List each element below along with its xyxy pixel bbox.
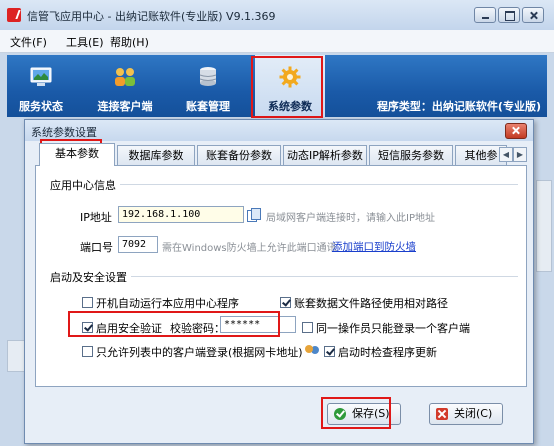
check-icon [334,408,346,420]
tab-scroll-buttons: ◀ ▶ [499,147,527,162]
save-button[interactable]: 保存(S) [327,403,401,425]
tab-backup-params[interactable]: 账套备份参数 [197,145,281,165]
copy-icon[interactable] [247,208,261,222]
tab-dynamic-ip-params[interactable]: 动态IP解析参数 [283,145,367,165]
port-label: 端口号 [80,241,113,254]
tab-strip: 基本参数 数据库参数 账套备份参数 动态IP解析参数 短信服务参数 其他参 ◀ … [35,143,527,166]
autostart-label[interactable]: 开机自动运行本应用中心程序 [96,295,239,311]
app-logo-icon [7,8,21,22]
database-icon [199,67,217,86]
basic-params-panel: 应用中心信息 IP地址 局域网客户端连接时，请输入此IP地址 端口号 需在Win… [35,165,527,387]
enable-verify-label[interactable]: 启用安全验证 [96,320,162,336]
gear-icon [279,66,301,88]
window-title: 信管飞应用中心 - 出纳记账软件(专业版) V9.1.369 [27,10,276,23]
check-update-label[interactable]: 启动时检查程序更新 [338,344,437,360]
app-center-group-title: 应用中心信息 [50,177,120,193]
relative-path-checkbox[interactable] [280,297,291,308]
title-bar: 信管飞应用中心 - 出纳记账软件(专业版) V9.1.369 [0,0,554,31]
toolbar-label: 连接客户端 [97,100,153,113]
menu-bar: 文件(F) 工具(E) 帮助(H) [0,30,554,53]
verify-password-label: 校验密码： [170,322,225,335]
client-list-icon[interactable] [304,343,320,357]
menu-help[interactable]: 帮助(H) [110,34,149,50]
single-client-checkbox[interactable] [302,322,313,333]
monitor-icon [30,67,52,86]
relative-path-label[interactable]: 账套数据文件路径使用相对路径 [294,295,448,311]
whitelist-label[interactable]: 只允许列表中的客户端登录(根据网卡地址) [96,344,303,360]
autostart-checkbox[interactable] [82,297,93,308]
toolbar-system-params[interactable]: 系统参数 [255,55,325,117]
ip-address-input[interactable] [118,206,244,223]
security-group-title: 启动及安全设置 [50,269,131,285]
group-divider [130,276,518,277]
port-input[interactable] [118,236,158,253]
close-button[interactable]: 关闭(C) [429,403,503,425]
group-divider [118,184,518,185]
close-button-label: 关闭(C) [454,407,493,420]
save-button-label: 保存(S) [352,407,390,420]
ip-hint: 局域网客户端连接时，请输入此IP地址 [266,213,435,224]
toolbar-connect-clients[interactable]: 连接客户端 [87,55,163,117]
port-hint: 需在Windows防火墙上允许此端口通讯 [162,243,337,254]
dialog-title-bar: 系统参数设置 [25,120,533,141]
main-toolbar: 服务状态 连接客户端 账套管理 系统参数 程序类型：出纳记账软件(专业版) [7,55,547,117]
tab-sms-params[interactable]: 短信服务参数 [369,145,453,165]
ip-label: IP地址 [80,211,112,224]
toolbar-label: 账套管理 [186,100,230,113]
toolbar-account-management[interactable]: 账套管理 [173,55,243,117]
toolbar-label: 系统参数 [268,100,312,113]
close-icon [436,408,448,420]
add-firewall-link[interactable]: 添加端口到防火墙 [332,239,416,254]
tab-basic-params[interactable]: 基本参数 [39,143,115,166]
tab-scroll-right-icon[interactable]: ▶ [513,147,527,162]
single-client-label[interactable]: 同一操作员只能登录一个客户端 [316,320,470,336]
toolbar-service-status[interactable]: 服务状态 [7,55,75,117]
program-type-label: 程序类型：出纳记账软件(专业版) [376,100,541,113]
menu-file[interactable]: 文件(F) [10,34,47,50]
verify-password-input[interactable] [220,316,296,333]
window-controls [474,7,544,23]
close-window-button[interactable] [522,7,544,23]
check-update-checkbox[interactable] [324,346,335,357]
maximize-button[interactable] [498,7,520,23]
dialog-title: 系统参数设置 [31,126,97,139]
tab-database-params[interactable]: 数据库参数 [117,145,195,165]
background-scrollbar[interactable] [536,180,552,272]
tab-scroll-left-icon[interactable]: ◀ [499,147,513,162]
system-params-dialog: 系统参数设置 基本参数 数据库参数 账套备份参数 动态IP解析参数 短信服务参数… [24,119,534,444]
enable-verify-checkbox[interactable] [82,322,93,333]
minimize-button[interactable] [474,7,496,23]
toolbar-label: 服务状态 [19,100,63,113]
dialog-close-icon[interactable] [505,123,527,139]
menu-tools[interactable]: 工具(E) [66,34,104,50]
whitelist-checkbox[interactable] [82,346,93,357]
users-icon [115,68,135,86]
